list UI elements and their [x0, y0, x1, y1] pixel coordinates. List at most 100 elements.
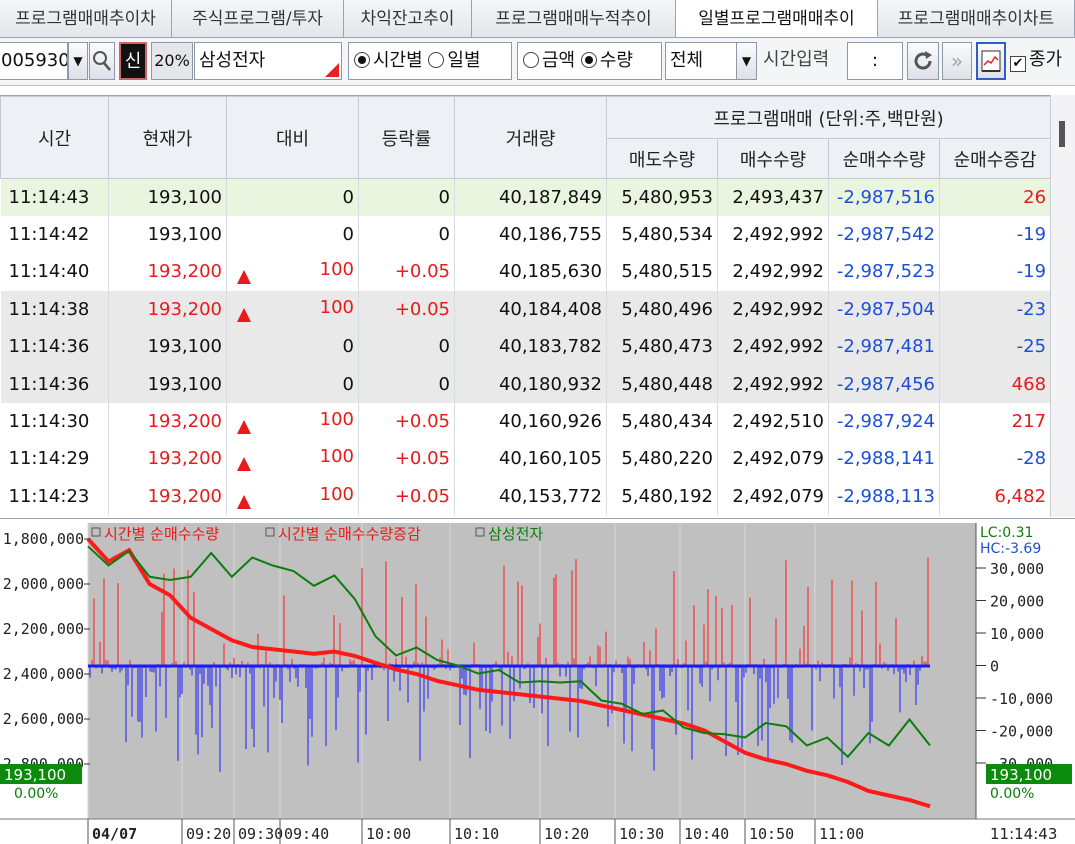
- right-axis-tick: 30,000: [990, 560, 1044, 578]
- cell-net: -2,987,542: [828, 215, 940, 254]
- cell-price: 193,200: [108, 402, 227, 441]
- cell-value: 26: [1023, 186, 1047, 208]
- x-axis-label: 09:30: [238, 825, 283, 843]
- x-axis-label: 11:00: [819, 825, 864, 843]
- chevron-down-icon: ▼: [73, 54, 83, 68]
- cell-value: 11:14:42: [8, 224, 90, 246]
- tab-daily-program-trend[interactable]: 일별프로그램매매추이: [676, 0, 878, 37]
- tab-program-trend-chart[interactable]: 프로그램매매추이차트: [878, 0, 1075, 37]
- cell-value: 40,187,849: [498, 186, 602, 208]
- header-net-change[interactable]: 순매수증감: [938, 138, 1050, 179]
- x-axis-label: 10:40: [684, 825, 729, 843]
- cell-buy: 2,492,992: [717, 328, 829, 366]
- cell-value: 193,100: [147, 224, 222, 246]
- stock-code-input[interactable]: 005930: [0, 42, 68, 80]
- header-sell-qty[interactable]: 매도수량: [606, 138, 718, 179]
- header-rate[interactable]: 등락률: [358, 96, 455, 179]
- cell-time: 11:14:23: [0, 477, 109, 516]
- cell-value: 100: [319, 296, 354, 318]
- radio-amount[interactable]: 금액: [523, 50, 575, 71]
- header-buy-qty[interactable]: 매수수량: [717, 138, 829, 179]
- cell-value: 100: [319, 409, 354, 431]
- cell-value: 0: [438, 373, 450, 395]
- cell-buy: 2,492,992: [717, 215, 829, 254]
- cell-value: 2,492,992: [732, 373, 824, 395]
- cell-value: 40,160,105: [498, 448, 602, 470]
- chart-toggle-button[interactable]: [976, 42, 1006, 80]
- table-row[interactable]: 11:14:36 193,100 0 0 40,183,782 5,480,473 2,49…: [0, 328, 1050, 366]
- search-button[interactable]: [89, 42, 115, 80]
- left-axis-tick: 2,400,000: [3, 665, 84, 683]
- cell-delta: -23: [939, 290, 1050, 329]
- market-select-value: 전체: [670, 50, 704, 71]
- radio-hourly[interactable]: 시간별: [354, 50, 423, 71]
- time-input[interactable]: :: [847, 42, 903, 80]
- tab-program-trend-diff[interactable]: 프로그램매매추이차: [0, 0, 172, 37]
- corner-flag-icon: [325, 63, 339, 77]
- right-axis-tick: -10,000: [990, 690, 1053, 708]
- header-price[interactable]: 현재가: [108, 96, 227, 179]
- cell-rate: +0.05: [358, 402, 455, 441]
- cell-time: 11:14:38: [0, 290, 109, 329]
- header-change[interactable]: 대비: [226, 96, 359, 179]
- radio-quantity[interactable]: 수량: [580, 50, 633, 71]
- cell-rate: 0: [358, 365, 455, 403]
- cell-price: 193,200: [108, 253, 227, 291]
- legend-net-change: 시간별 순매수수량증감: [278, 525, 421, 543]
- cell-change: 0: [226, 365, 359, 403]
- chart-canvas: 1,800,000 2,000,000 2,200,000 2,400,000 2,60…: [0, 523, 1075, 844]
- cell-change: 100: [226, 477, 359, 516]
- cell-price: 193,200: [108, 440, 227, 478]
- cell-value: 2,493,437: [732, 186, 824, 208]
- code-dropdown-button[interactable]: ▼: [68, 42, 88, 80]
- left-price-tag: 193,100: [4, 766, 66, 784]
- cell-value: 193,100: [147, 186, 222, 208]
- cell-value: 2,492,992: [732, 224, 824, 246]
- table-row[interactable]: 11:14:23 193,200 100 +0.05 40,153,772 5,480,1…: [0, 477, 1050, 516]
- cell-delta: 468: [939, 365, 1050, 403]
- tab-stock-program-invest[interactable]: 주식프로그램/투자: [172, 0, 344, 37]
- table-row[interactable]: 11:14:43 193,100 0 0 40,187,849 5,480,953 2,49…: [0, 178, 1050, 216]
- search-icon: [93, 51, 111, 71]
- cell-rate: +0.05: [358, 290, 455, 329]
- cell-sell: 5,480,496: [606, 290, 718, 329]
- cell-value: +0.05: [394, 411, 450, 433]
- cell-value: 0: [342, 186, 354, 208]
- table-row[interactable]: 11:14:42 193,100 0 0 40,186,755 5,480,534 2,49…: [0, 215, 1050, 254]
- left-axis-tick: 2,600,000: [3, 710, 84, 728]
- cell-buy: 2,492,992: [717, 253, 829, 291]
- close-price-checkbox[interactable]: ✔ 종가: [1010, 42, 1075, 80]
- stock-name: 삼성전자: [199, 50, 266, 71]
- market-select[interactable]: 전체 ▼: [665, 42, 757, 80]
- x-axis-label: 10:30: [619, 825, 664, 843]
- refresh-button[interactable]: [907, 42, 939, 80]
- cell-delta: 6,482: [939, 477, 1050, 516]
- legend-net-qty: 시간별 순매수수량: [104, 525, 219, 543]
- cell-volume: 40,160,105: [454, 440, 607, 478]
- right-rate-tag: 0.00%: [990, 786, 1034, 802]
- toolbar: 005930 ▼ 신 20% 삼성전자 시간별 일별 금액 수량 전체 ▼ 시간…: [0, 38, 1075, 86]
- tab-arbitrage-balance[interactable]: 차익잔고추이: [344, 0, 472, 37]
- table-row[interactable]: 11:14:30 193,200 100 +0.05 40,160,926 5,480,4…: [0, 402, 1050, 441]
- header-time[interactable]: 시간: [0, 96, 109, 179]
- cell-net: -2,987,481: [828, 328, 940, 366]
- tab-program-cumulative[interactable]: 프로그램매매누적추이: [472, 0, 676, 37]
- scrollbar-thumb[interactable]: [1059, 121, 1065, 147]
- cell-value: 217: [1011, 411, 1047, 433]
- cell-time: 11:14:42: [0, 215, 109, 254]
- table-row[interactable]: 11:14:36 193,100 0 0 40,180,932 5,480,448 2,49…: [0, 365, 1050, 403]
- table-scrollbar[interactable]: [1050, 95, 1075, 517]
- header-volume[interactable]: 거래량: [454, 96, 607, 179]
- cell-rate: 0: [358, 328, 455, 366]
- cell-time: 11:14:30: [0, 402, 109, 441]
- radio-daily[interactable]: 일별: [428, 50, 481, 71]
- table-row[interactable]: 11:14:40 193,200 100 +0.05 40,185,630 5,480,5…: [0, 253, 1050, 291]
- table-row[interactable]: 11:14:38 193,200 100 +0.05 40,184,408 5,480,4…: [0, 290, 1050, 329]
- table-row[interactable]: 11:14:29 193,200 100 +0.05 40,160,105 5,480,2…: [0, 440, 1050, 478]
- cell-value: 100: [319, 446, 354, 468]
- next-button[interactable]: »: [942, 42, 972, 80]
- header-net-qty[interactable]: 순매수수량: [828, 138, 940, 179]
- cell-time: 11:14:43: [0, 178, 109, 216]
- cell-value: 100: [319, 483, 354, 505]
- cell-value: 5,480,534: [621, 224, 713, 246]
